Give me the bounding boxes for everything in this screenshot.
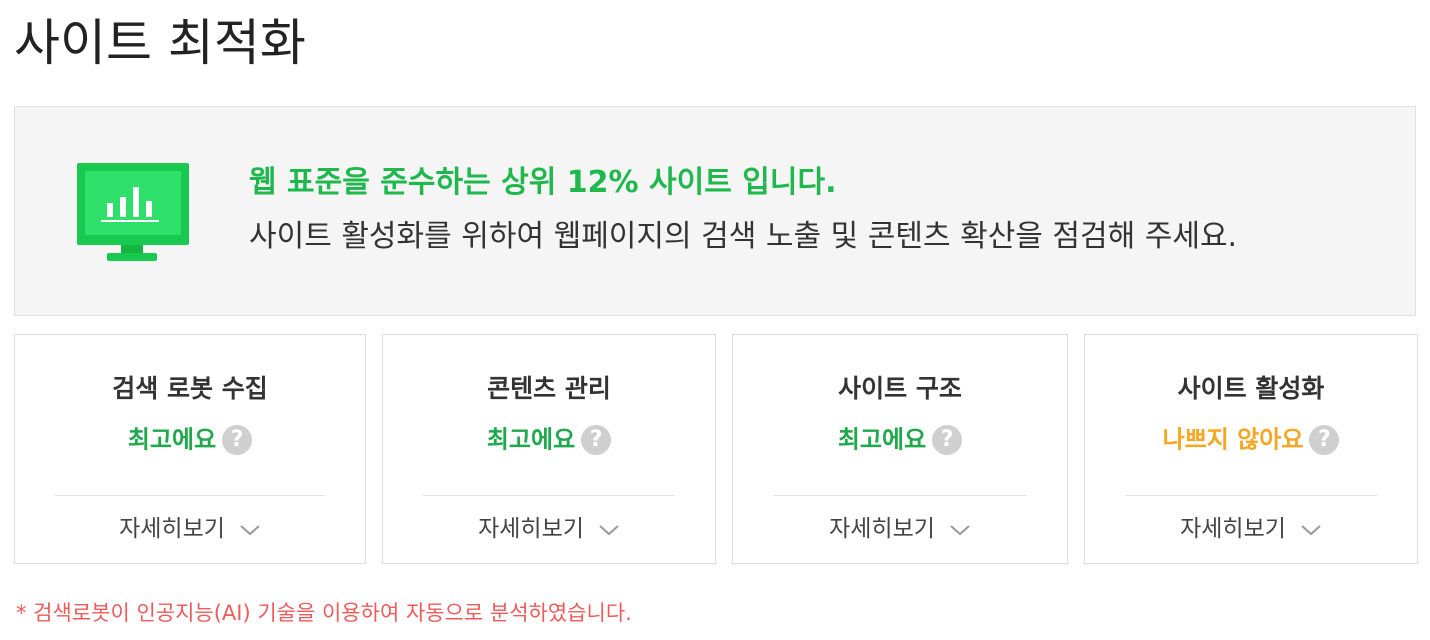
- detail-label: 자세히보기: [119, 516, 225, 542]
- card-title: 사이트 구조: [838, 374, 962, 403]
- card-status: 최고에요?: [15, 421, 365, 458]
- detail-button[interactable]: 자세히보기: [733, 511, 1067, 547]
- question-icon[interactable]: ?: [581, 424, 612, 455]
- detail-button[interactable]: 자세히보기: [15, 511, 365, 547]
- card-site-activation: 사이트 활성화 나쁘지 않아요? 자세히보기: [1084, 334, 1418, 564]
- chevron-down-icon: [240, 524, 260, 535]
- page-title: 사이트 최적화: [14, 14, 306, 72]
- chevron-down-icon: [950, 524, 970, 535]
- detail-label: 자세히보기: [829, 516, 935, 542]
- chevron-down-icon: [599, 524, 619, 535]
- card-title: 검색 로봇 수집: [112, 374, 268, 403]
- status-text: 나쁘지 않아요: [1162, 425, 1304, 454]
- card-search-robot: 검색 로봇 수집 최고에요? 자세히보기: [14, 334, 366, 564]
- chevron-down-icon: [1301, 524, 1321, 535]
- card-status: 최고에요?: [383, 421, 715, 458]
- card-divider: [423, 495, 675, 496]
- question-icon[interactable]: ?: [1309, 424, 1340, 455]
- question-icon[interactable]: ?: [222, 424, 253, 455]
- question-icon[interactable]: ?: [932, 424, 963, 455]
- summary-panel: 웹 표준을 준수하는 상위 12% 사이트 입니다. 사이트 활성화를 위하여 …: [14, 106, 1416, 316]
- summary-description: 사이트 활성화를 위하여 웹페이지의 검색 노출 및 콘텐츠 확산을 점검해 주…: [249, 219, 1238, 254]
- card-site-structure: 사이트 구조 최고에요? 자세히보기: [732, 334, 1068, 564]
- card-title: 콘텐츠 관리: [487, 374, 611, 403]
- card-divider: [1125, 495, 1377, 496]
- summary-headline: 웹 표준을 준수하는 상위 12% 사이트 입니다.: [249, 165, 837, 200]
- card-divider: [55, 495, 325, 496]
- status-text: 최고에요: [837, 425, 927, 454]
- ai-analysis-footnote: * 검색로봇이 인공지능(AI) 기술을 이용하여 자동으로 분석하였습니다.: [16, 601, 632, 625]
- detail-button[interactable]: 자세히보기: [1085, 511, 1417, 547]
- status-text: 최고에요: [127, 425, 217, 454]
- card-divider: [773, 495, 1027, 496]
- detail-label: 자세히보기: [1180, 516, 1286, 542]
- card-status: 나쁘지 않아요?: [1085, 421, 1417, 458]
- card-status: 최고에요?: [733, 421, 1067, 458]
- detail-button[interactable]: 자세히보기: [383, 511, 715, 547]
- monitor-chart-icon: [77, 163, 189, 261]
- detail-label: 자세히보기: [478, 516, 584, 542]
- card-content-management: 콘텐츠 관리 최고에요? 자세히보기: [382, 334, 716, 564]
- card-title: 사이트 활성화: [1177, 374, 1325, 403]
- status-text: 최고에요: [486, 425, 576, 454]
